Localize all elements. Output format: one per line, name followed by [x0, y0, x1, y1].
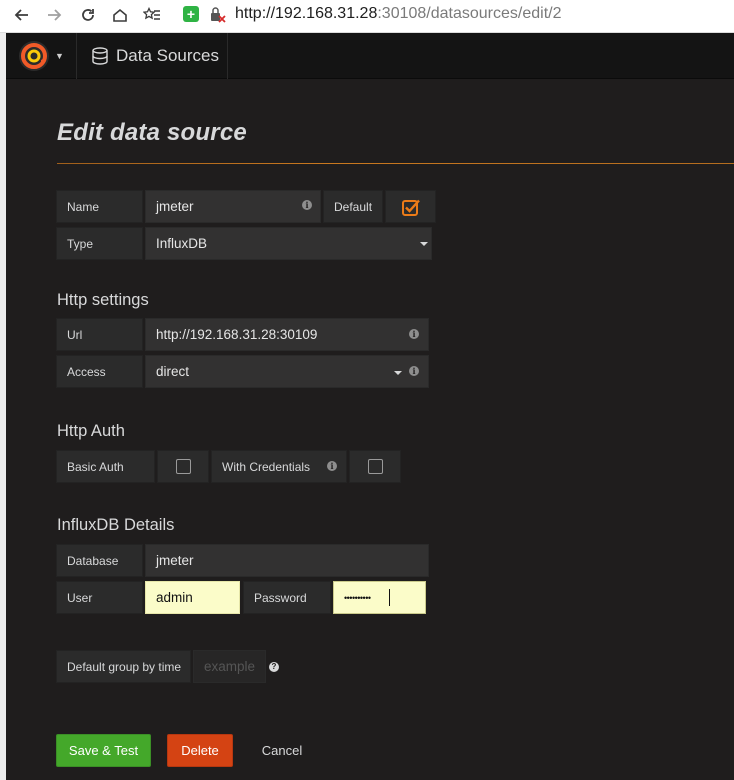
basic-auth-label: Basic Auth	[56, 450, 155, 483]
save-test-button[interactable]: Save & Test	[56, 734, 151, 767]
checkbox-checked-icon	[402, 199, 420, 216]
access-caret-icon	[394, 371, 402, 375]
database-icon	[92, 47, 108, 65]
access-label: Access	[56, 355, 143, 388]
password-value: ••••••••••	[344, 592, 371, 603]
credentials-info-icon[interactable]: i	[327, 461, 337, 471]
group-by-placeholder: example	[204, 659, 256, 674]
password-label: Password	[243, 581, 331, 614]
help-icon[interactable]: ?	[269, 662, 279, 672]
with-credentials-toggle[interactable]	[349, 450, 401, 483]
shield-plus-icon[interactable]: +	[183, 6, 199, 22]
url-label: Url	[56, 318, 143, 351]
info-icon[interactable]: i	[302, 200, 312, 210]
default-checkbox[interactable]	[385, 190, 436, 223]
type-select[interactable]: InfluxDB	[145, 227, 432, 260]
cancel-link[interactable]: Cancel	[252, 734, 312, 767]
breadcrumb-data-sources[interactable]: Data Sources	[78, 33, 228, 79]
user-input[interactable]: admin	[145, 581, 240, 614]
forward-icon[interactable]	[42, 4, 66, 26]
url-input[interactable]: http://192.168.31.28:30109	[145, 318, 429, 351]
bookmarks-star-icon[interactable]	[140, 4, 164, 26]
url-value: http://192.168.31.28:30109	[156, 327, 318, 342]
url-host: http://192.168.31.28	[235, 5, 378, 22]
chevron-down-icon: ▼	[55, 51, 64, 61]
page-title: Edit data source	[57, 119, 247, 146]
reload-icon[interactable]	[76, 4, 100, 26]
type-caret-icon	[420, 242, 428, 246]
default-label: Default	[323, 190, 383, 223]
grafana-app: ▼ Data Sources Edit data source Name jme…	[6, 33, 734, 780]
user-value: admin	[156, 590, 193, 605]
browser-toolbar: + http://192.168.31.28:30108/datasources…	[0, 0, 734, 33]
url-info-icon[interactable]: i	[409, 329, 419, 339]
address-bar[interactable]: http://192.168.31.28:30108/datasources/e…	[235, 5, 561, 23]
access-value: direct	[156, 364, 190, 379]
database-label: Database	[56, 544, 143, 577]
url-path: :30108/datasources/edit/2	[377, 5, 562, 22]
grafana-menu-button[interactable]: ▼	[6, 33, 77, 79]
name-value: jmeter	[156, 199, 194, 214]
breadcrumb-label: Data Sources	[116, 46, 219, 65]
home-icon[interactable]	[108, 4, 132, 26]
http-settings-heading: Http settings	[57, 291, 149, 309]
top-navbar: ▼ Data Sources	[6, 33, 734, 79]
with-credentials-text: With Credentials	[222, 459, 311, 474]
influxdb-details-heading: InfluxDB Details	[57, 516, 175, 534]
text-cursor	[389, 589, 390, 606]
grafana-logo-icon	[19, 41, 49, 71]
group-by-input[interactable]: example	[193, 650, 266, 683]
http-auth-heading: Http Auth	[57, 422, 125, 440]
database-value: jmeter	[156, 553, 194, 568]
database-input[interactable]: jmeter	[145, 544, 429, 577]
basic-auth-toggle[interactable]	[157, 450, 209, 483]
group-by-label: Default group by time	[56, 650, 191, 683]
user-label: User	[56, 581, 143, 614]
type-value: InfluxDB	[156, 236, 208, 251]
title-divider	[57, 163, 734, 164]
with-credentials-checkbox[interactable]	[368, 459, 383, 474]
type-label: Type	[56, 227, 143, 260]
name-label: Name	[56, 190, 143, 223]
back-icon[interactable]	[10, 4, 34, 26]
access-select[interactable]: direct	[145, 355, 429, 388]
delete-button[interactable]: Delete	[167, 734, 233, 767]
access-info-icon[interactable]: i	[409, 366, 419, 376]
insecure-lock-icon[interactable]	[209, 6, 227, 24]
basic-auth-checkbox[interactable]	[176, 459, 191, 474]
password-input[interactable]: ••••••••••	[333, 581, 426, 614]
name-input[interactable]: jmeter	[145, 190, 321, 223]
